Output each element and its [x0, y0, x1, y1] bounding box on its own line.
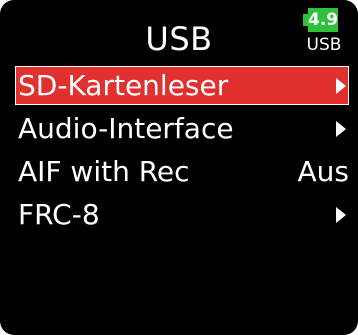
- menu-item-sd-card-reader[interactable]: SD-Kartenleser: [15, 66, 349, 105]
- menu-item-aif-with-rec[interactable]: AIF with Rec Aus: [15, 152, 349, 191]
- chevron-right-icon: [336, 78, 346, 94]
- menu-item-value: Aus: [297, 155, 350, 188]
- battery-icon: 4.9: [308, 8, 338, 32]
- menu-item-label: Audio-Interface: [18, 112, 234, 145]
- menu-item-frc-8[interactable]: FRC-8: [15, 195, 349, 234]
- device-screen: USB 4.9 USB SD-Kartenleser Audio-Interfa…: [0, 0, 358, 335]
- menu-item-label: FRC-8: [18, 198, 100, 231]
- chevron-right-icon: [336, 207, 346, 223]
- menu-item-label: SD-Kartenleser: [18, 69, 229, 102]
- menu-item-label: AIF with Rec: [18, 155, 190, 188]
- chevron-right-icon: [336, 121, 346, 137]
- power-source-label: USB: [306, 35, 342, 55]
- battery-indicator: 4.9 USB: [302, 8, 342, 58]
- menu-item-audio-interface[interactable]: Audio-Interface: [15, 109, 349, 148]
- battery-voltage: 4.9: [308, 10, 339, 30]
- usb-menu: SD-Kartenleser Audio-Interface AIF with …: [15, 66, 349, 238]
